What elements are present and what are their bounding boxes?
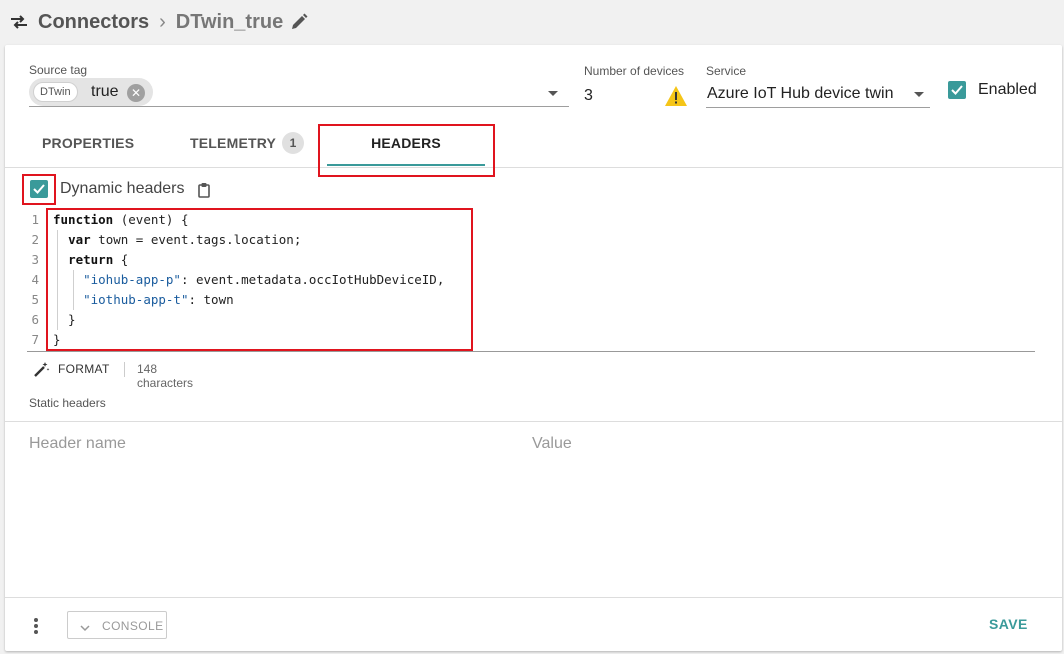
magic-wand-icon[interactable]: [33, 361, 50, 378]
line-number: 7: [31, 332, 39, 347]
chip-tag-name: DTwin: [33, 82, 78, 102]
number-of-devices-label: Number of devices: [584, 64, 685, 78]
enabled-label: Enabled: [978, 81, 1037, 98]
chip-tag-value: true: [91, 83, 119, 100]
warning-icon: [664, 85, 688, 107]
headers-tab-highlight: [318, 124, 495, 177]
line-number: 5: [31, 292, 39, 307]
source-tag-chip[interactable]: DTwin true ✕: [29, 78, 153, 106]
service-dropdown-caret-icon[interactable]: [914, 92, 924, 97]
chevron-down-icon: [80, 620, 90, 632]
format-divider: [124, 362, 125, 377]
number-of-devices-value: 3: [584, 87, 593, 104]
enabled-checkbox[interactable]: [948, 81, 966, 99]
card-footer: CONSOLE SAVE: [5, 597, 1062, 651]
breadcrumb-current: DTwin_true: [175, 10, 284, 33]
character-count: 148 characters: [137, 362, 194, 390]
static-headers-divider: [5, 421, 1062, 422]
swap-arrows-icon: [9, 12, 29, 32]
service-selected-value: Azure IoT Hub device twin: [707, 85, 894, 102]
chip-remove-icon[interactable]: ✕: [127, 84, 145, 102]
line-number: 3: [31, 252, 39, 267]
service-select[interactable]: Azure IoT Hub device twin: [706, 79, 930, 108]
breadcrumb-connectors-link[interactable]: Connectors: [38, 11, 149, 34]
source-tag-label: Source tag: [29, 63, 88, 77]
static-headers-label: Static headers: [29, 396, 106, 410]
console-button[interactable]: CONSOLE: [67, 611, 167, 639]
header-value-input[interactable]: Value: [532, 435, 572, 453]
dynamic-headers-checkbox-highlight: [22, 174, 56, 205]
line-number: 2: [31, 232, 39, 247]
code-editor-highlight: [46, 208, 473, 351]
tab-bar: PROPERTIES TELEMETRY 1 HEADERS: [5, 126, 1062, 168]
connector-card: Source tag DTwin true ✕ Number of device…: [5, 45, 1062, 651]
format-button[interactable]: FORMAT: [58, 362, 110, 376]
breadcrumb-separator: ›: [159, 10, 166, 33]
more-vertical-icon[interactable]: [33, 616, 39, 636]
telemetry-count-badge: 1: [282, 132, 305, 154]
line-number: 4: [31, 272, 39, 287]
header-name-input[interactable]: Header name: [29, 435, 126, 453]
tab-telemetry-label: TELEMETRY: [190, 135, 277, 151]
source-tag-field[interactable]: DTwin true ✕: [29, 77, 569, 107]
tab-properties-label: PROPERTIES: [42, 135, 135, 151]
line-number: 1: [31, 212, 39, 227]
save-button[interactable]: SAVE: [989, 616, 1028, 632]
line-number: 6: [31, 312, 39, 327]
console-button-label: CONSOLE: [102, 619, 164, 633]
service-label: Service: [706, 64, 747, 78]
tab-telemetry[interactable]: TELEMETRY 1: [190, 126, 305, 167]
clipboard-icon[interactable]: [197, 182, 211, 198]
header-bar: Connectors › DTwin_true: [0, 0, 1064, 44]
source-tag-dropdown-caret-icon[interactable]: [548, 91, 558, 96]
dynamic-headers-label: Dynamic headers: [60, 180, 185, 197]
pencil-edit-icon[interactable]: [289, 12, 309, 32]
tab-properties[interactable]: PROPERTIES: [42, 126, 134, 167]
